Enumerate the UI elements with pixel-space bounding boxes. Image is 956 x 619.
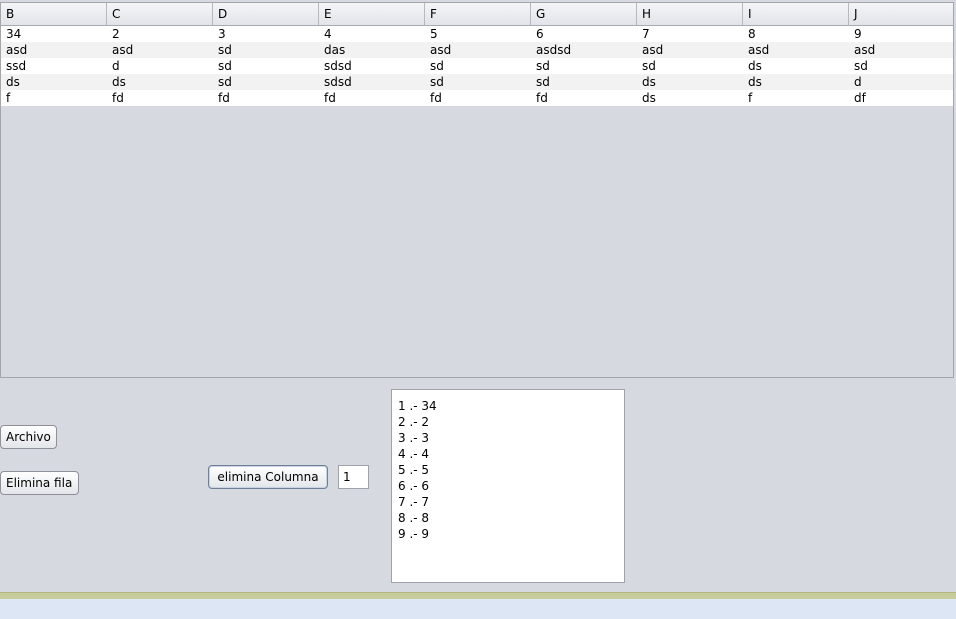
table-cell[interactable]: ds (1, 74, 107, 90)
column-list[interactable]: 1 .- 34 2 .- 2 3 .- 3 4 .- 4 5 .- 5 6 .-… (391, 389, 625, 583)
table-row[interactable]: 34 2 3 4 5 6 7 8 9 (1, 26, 953, 42)
table-cell[interactable]: ds (637, 90, 743, 106)
table-cell[interactable]: 9 (849, 26, 953, 42)
column-header[interactable]: H (637, 3, 743, 25)
table-cell[interactable]: asd (637, 42, 743, 58)
column-header[interactable]: E (319, 3, 425, 25)
delete-row-button[interactable]: Elimina fila (0, 471, 79, 495)
table-cell[interactable]: d (107, 58, 213, 74)
table-cell[interactable]: sd (425, 74, 531, 90)
table-cell[interactable]: fd (213, 90, 319, 106)
table-row[interactable]: ssd d sd sdsd sd sd sd ds sd (1, 58, 953, 74)
status-bar (0, 599, 956, 619)
column-header[interactable]: I (743, 3, 849, 25)
table-cell[interactable]: df (849, 90, 953, 106)
table-cell[interactable]: d (849, 74, 953, 90)
table-cell[interactable]: 4 (319, 26, 425, 42)
delete-column-button[interactable]: elimina Columna (208, 465, 328, 489)
table-cell[interactable]: f (1, 90, 107, 106)
table-cell[interactable]: asd (849, 42, 953, 58)
table-cell[interactable]: sd (213, 58, 319, 74)
table-row[interactable]: f fd fd fd fd fd ds f df (1, 90, 953, 106)
table-cell[interactable]: ds (107, 74, 213, 90)
column-header[interactable]: G (531, 3, 637, 25)
table-cell[interactable]: ds (637, 74, 743, 90)
table-cell[interactable]: fd (531, 90, 637, 106)
list-item[interactable]: 6 .- 6 (398, 478, 624, 494)
column-header[interactable]: J (849, 3, 953, 25)
table-cell[interactable]: sd (531, 74, 637, 90)
table-cell[interactable]: sd (637, 58, 743, 74)
column-header[interactable]: B (1, 3, 107, 25)
table-cell[interactable]: ds (743, 58, 849, 74)
table-cell[interactable]: f (743, 90, 849, 106)
table-cell[interactable]: 5 (425, 26, 531, 42)
list-item[interactable]: 2 .- 2 (398, 414, 624, 430)
table-cell[interactable]: asd (743, 42, 849, 58)
table-cell[interactable]: sd (213, 74, 319, 90)
list-item[interactable]: 8 .- 8 (398, 510, 624, 526)
table-cell[interactable]: das (319, 42, 425, 58)
table-cell[interactable]: ssd (1, 58, 107, 74)
table-cell[interactable]: sdsd (319, 58, 425, 74)
table-row[interactable]: asd asd sd das asd asdsd asd asd asd (1, 42, 953, 58)
table-cell[interactable]: fd (425, 90, 531, 106)
column-header[interactable]: F (425, 3, 531, 25)
table-cell[interactable]: fd (319, 90, 425, 106)
table-cell[interactable]: 3 (213, 26, 319, 42)
bottom-divider (0, 592, 956, 599)
table-cell[interactable]: 2 (107, 26, 213, 42)
table-cell[interactable]: 8 (743, 26, 849, 42)
table-cell[interactable]: sd (425, 58, 531, 74)
list-item[interactable]: 4 .- 4 (398, 446, 624, 462)
table-cell[interactable]: sd (213, 42, 319, 58)
data-table[interactable]: B C D E F G H I J 34 2 3 4 5 6 7 8 9 asd… (0, 2, 954, 378)
table-cell[interactable]: fd (107, 90, 213, 106)
column-header[interactable]: D (213, 3, 319, 25)
table-row[interactable]: ds ds sd sdsd sd sd ds ds d (1, 74, 953, 90)
table-cell[interactable]: asd (425, 42, 531, 58)
table-cell[interactable]: asd (1, 42, 107, 58)
list-item[interactable]: 3 .- 3 (398, 430, 624, 446)
list-item[interactable]: 5 .- 5 (398, 462, 624, 478)
table-cell[interactable]: sdsd (319, 74, 425, 90)
table-cell[interactable]: 34 (1, 26, 107, 42)
table-header: B C D E F G H I J (1, 3, 953, 26)
table-cell[interactable]: asd (107, 42, 213, 58)
table-cell[interactable]: asdsd (531, 42, 637, 58)
list-item[interactable]: 9 .- 9 (398, 526, 624, 542)
list-item[interactable]: 7 .- 7 (398, 494, 624, 510)
table-cell[interactable]: 6 (531, 26, 637, 42)
table-cell[interactable]: sd (849, 58, 953, 74)
table-cell[interactable]: 7 (637, 26, 743, 42)
column-number-input[interactable] (338, 465, 369, 489)
list-item[interactable]: 1 .- 34 (398, 398, 624, 414)
column-header[interactable]: C (107, 3, 213, 25)
table-cell[interactable]: sd (531, 58, 637, 74)
table-cell[interactable]: ds (743, 74, 849, 90)
archivo-button[interactable]: Archivo (0, 425, 57, 449)
